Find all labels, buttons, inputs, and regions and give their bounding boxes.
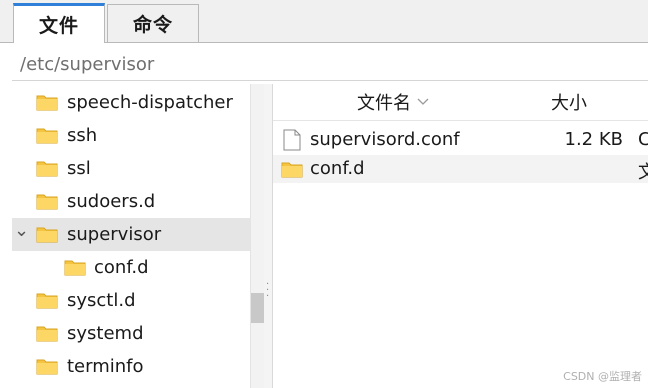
tree-item-label: terminfo [67,356,144,377]
file-name: supervisord.conf [310,129,460,150]
folder-icon [36,126,58,144]
tree-item-label: ssl [67,158,91,179]
file-row-conf-d[interactable]: conf.d 文 [273,155,648,183]
file-name: conf.d [310,158,365,179]
tree-item-label: sudoers.d [67,191,156,212]
column-header-size-label: 大小 [551,93,587,114]
tab-files[interactable]: 文件 [13,3,105,43]
folder-icon [36,192,58,210]
folder-icon [36,93,58,111]
column-header-name-label: 文件名 [357,93,411,114]
path-bar[interactable]: /etc/supervisor [12,50,648,81]
folder-tree: speech-dispatcher ssh ssl sudoers.d ⌄ su… [12,84,250,388]
tree-item-label: systemd [67,323,144,344]
path-text: /etc/supervisor [20,54,155,75]
tree-item-sudoers-d[interactable]: sudoers.d [12,185,250,218]
grip-icon: · · · [266,279,270,302]
folder-icon [36,357,58,375]
tree-item-terminfo[interactable]: terminfo [12,350,250,383]
tree-item-label: conf.d [94,257,149,278]
folder-icon [36,159,58,177]
column-header-size[interactable]: 大小 [513,84,626,121]
chevron-down-icon [417,94,429,110]
file-icon [283,129,301,155]
folder-icon [64,258,86,276]
file-row-supervisord-conf[interactable]: supervisord.conf 1.2 KB C [273,126,648,154]
folder-icon [36,225,58,243]
tree-item-ssh[interactable]: ssh [12,119,250,152]
tree-item-label: supervisor [67,224,162,245]
tree-item-ssl[interactable]: ssl [12,152,250,185]
tab-files-label: 文件 [38,15,79,37]
file-type: 文 [638,162,648,183]
column-header-name[interactable]: 文件名 [273,84,514,121]
pane-splitter[interactable]: · · · [264,84,272,388]
folder-icon [36,291,58,309]
tree-item-conf-d[interactable]: conf.d [12,251,250,284]
tree-item-label: ssh [67,125,98,146]
tree-item-label: sysctl.d [67,290,136,311]
tree-item-sysctl-d[interactable]: sysctl.d [12,284,250,317]
tree-item-speech-dispatcher[interactable]: speech-dispatcher [12,86,250,119]
column-header-extra[interactable] [625,84,648,121]
folder-icon [281,160,303,182]
tree-item-label: speech-dispatcher [67,92,233,113]
tree-item-supervisor[interactable]: ⌄ supervisor [12,218,250,251]
file-size: 1.2 KB [564,129,624,150]
file-list: 文件名 大小 supervisord.conf 1.2 KB C conf.d … [272,84,648,388]
file-type: C [638,129,648,150]
tab-commands-label: 命令 [132,14,173,36]
tab-commands[interactable]: 命令 [107,4,199,42]
watermark: CSDN @监理者 [563,370,642,383]
tree-scrollbar-thumb[interactable] [251,293,265,323]
tree-item-systemd[interactable]: systemd [12,317,250,350]
folder-icon [36,324,58,342]
chevron-down-icon[interactable]: ⌄ [14,220,29,241]
